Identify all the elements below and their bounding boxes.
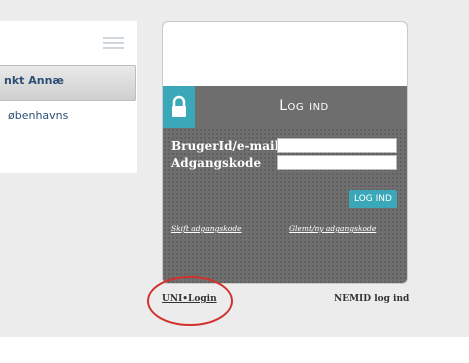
- sidebar-tab-label: nkt Annæ: [4, 74, 64, 87]
- username-input[interactable]: [277, 138, 397, 153]
- login-header: Log ind: [163, 86, 407, 128]
- forgot-password-link[interactable]: Glemt/ny adgangskode: [289, 224, 376, 233]
- footer-strip: [0, 337, 469, 363]
- login-form: BrugerId/e-mail Adgangskode LOG IND Skif…: [163, 128, 407, 283]
- login-title: Log ind: [279, 98, 329, 114]
- sidebar-link[interactable]: øbenhavns: [8, 109, 68, 122]
- change-password-link[interactable]: Skift adgangskode: [171, 224, 242, 233]
- sidebar-tab-active[interactable]: nkt Annæ: [0, 65, 136, 101]
- uni-login-link[interactable]: UNI•Login: [162, 294, 217, 304]
- nemid-login-link[interactable]: NEMID log ind: [334, 294, 409, 304]
- left-panel: nkt Annæ øbenhavns: [0, 21, 137, 173]
- login-card: Log ind BrugerId/e-mail Adgangskode LOG …: [162, 21, 408, 284]
- password-label: Adgangskode: [171, 156, 262, 170]
- hamburger-menu-icon[interactable]: [103, 37, 124, 49]
- login-card-top: [163, 22, 407, 86]
- password-input[interactable]: [277, 155, 397, 170]
- username-label: BrugerId/e-mail: [171, 139, 280, 153]
- login-button[interactable]: LOG IND: [349, 190, 397, 208]
